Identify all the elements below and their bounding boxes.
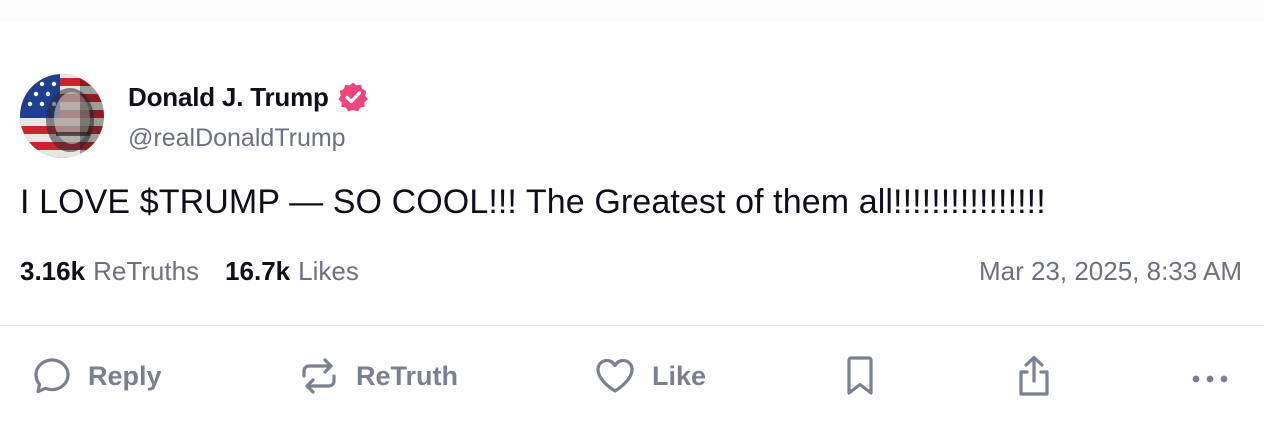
like-button[interactable]: Like [594, 352, 706, 400]
reply-button[interactable]: Reply [32, 352, 162, 400]
more-icon [1190, 356, 1230, 396]
author-name-row: Donald J. Trump [128, 80, 369, 114]
reply-icon [32, 356, 72, 396]
retruth-button[interactable]: ReTruth [298, 352, 458, 400]
post-stats: 3.16k ReTruths 16.7k Likes [20, 256, 359, 287]
bookmark-icon [842, 355, 878, 397]
post-card: Donald J. Trump @realDonaldTrump I LOVE … [0, 0, 1264, 430]
likes-label: Likes [298, 256, 359, 286]
retruths-count: 3.16k [20, 256, 86, 286]
likes-stat[interactable]: 16.7k Likes [225, 256, 359, 287]
reply-label: Reply [88, 360, 162, 391]
post-timestamp[interactable]: Mar 23, 2025, 8:33 AM [979, 256, 1242, 287]
retruth-icon [298, 356, 340, 396]
like-label: Like [652, 360, 707, 391]
retruths-stat[interactable]: 3.16k ReTruths [20, 256, 199, 287]
share-button[interactable] [1014, 352, 1054, 400]
likes-count: 16.7k [225, 256, 291, 286]
author-name[interactable]: Donald J. Trump [128, 82, 329, 113]
retruth-label: ReTruth [356, 360, 459, 391]
share-icon [1014, 354, 1054, 398]
avatar[interactable] [20, 74, 104, 158]
like-heart-icon [594, 356, 636, 396]
post-text: I LOVE $TRUMP — SO COOL!!! The Greatest … [20, 183, 1046, 221]
verified-badge-icon [337, 81, 369, 113]
avatar-image [20, 74, 104, 158]
author-handle[interactable]: @realDonaldTrump [128, 124, 346, 153]
divider [0, 325, 1264, 326]
action-bar: Reply ReTruth Like [0, 352, 1264, 400]
more-options-button[interactable] [1190, 352, 1230, 400]
retruths-label: ReTruths [93, 256, 200, 286]
bookmark-button[interactable] [842, 352, 878, 400]
